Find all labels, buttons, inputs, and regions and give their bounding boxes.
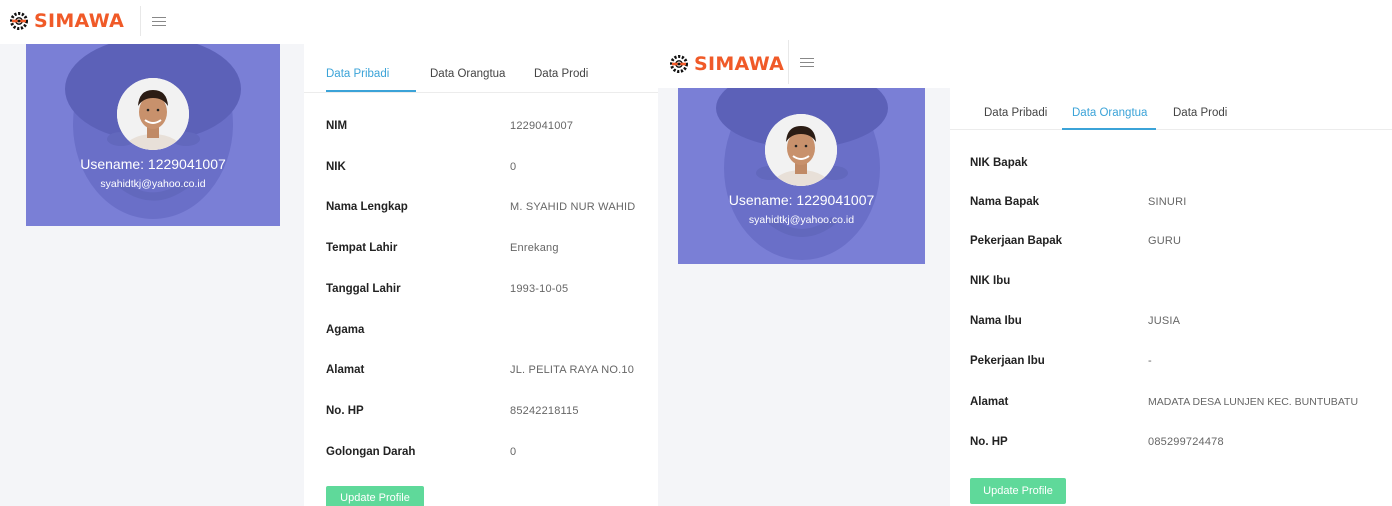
field-value-tanggal-lahir: 1993-10-05 [510,283,569,295]
field-label-tanggal-lahir: Tanggal Lahir [326,283,401,295]
navbar-divider [140,6,141,36]
avatar-photo [765,114,837,186]
field-label-no-hp: No. HP [326,405,364,417]
field-value-pekerjaan-bapak: GURU [1148,235,1182,247]
profile-tabs: Data Pribadi Data Orangtua Data Prodi [304,44,658,93]
avatar-photo [117,78,189,150]
field-value-alamat: MADATA DESA LUNJEN KEC. BUNTUBATU [1148,396,1359,408]
top-navbar: SIMAWA [0,0,658,44]
profile-card: Usename: 1229041007 syahidtkj@yahoo.co.i… [678,88,925,264]
field-value-nama-lengkap: M. SYAHID NUR WAHID [510,201,636,213]
field-label-nik-ibu: NIK Ibu [970,275,1011,287]
tab-data-orangtua[interactable]: Data Orangtua [1072,107,1147,119]
field-label-pekerjaan-bapak: Pekerjaan Bapak [970,235,1063,247]
field-label-nik: NIK [326,161,346,173]
profile-username: Usename: 1229041007 [728,192,875,208]
field-value-pekerjaan-ibu: - [1148,355,1152,367]
field-label-alamat: Alamat [326,364,365,376]
hamburger-menu-icon[interactable] [152,17,166,27]
avatar [765,114,837,186]
field-value-nim: 1229041007 [510,120,574,132]
simawa-logo-icon [10,12,28,30]
field-value-alamat: JL. PELITA RAYA NO.10 [510,364,635,376]
field-value-nama-bapak: SINURI [1148,196,1187,208]
field-value-nik: 0 [510,161,517,173]
profile-email: syahidtkj@yahoo.co.id [748,214,855,226]
field-value-nama-ibu: JUSIA [1148,315,1181,327]
tab-data-orangtua[interactable]: Data Orangtua [430,68,505,80]
profile-details-card: Data Pribadi Data Orangtua Data Prodi NI… [304,44,658,506]
field-label-pekerjaan-ibu: Pekerjaan Ibu [970,355,1045,367]
active-tab-indicator [326,90,416,92]
field-value-no-hp: 85242218115 [510,405,579,417]
right-profile-panel: SIMAWA Usename: 1229041007 syahidtkj@yah… [658,0,1392,506]
tab-data-pribadi[interactable]: Data Pribadi [326,68,389,80]
simawa-logo-icon [670,55,688,73]
tab-data-pribadi[interactable]: Data Pribadi [984,107,1047,119]
field-label-golongan-darah: Golongan Darah [326,446,416,458]
field-label-nik-bapak: NIK Bapak [970,157,1028,169]
field-label-nama-lengkap: Nama Lengkap [326,201,408,213]
field-label-nama-bapak: Nama Bapak [970,196,1040,208]
profile-card: Usename: 1229041007 syahidtkj@yahoo.co.i… [26,44,280,226]
hamburger-menu-icon[interactable] [800,58,814,68]
field-value-tempat-lahir: Enrekang [510,242,559,254]
profile-email: syahidtkj@yahoo.co.id [100,178,206,190]
field-label-nama-ibu: Nama Ibu [970,315,1022,327]
field-label-alamat: Alamat [970,396,1009,408]
profile-tabs: Data Pribadi Data Orangtua Data Prodi [950,88,1392,130]
left-profile-panel: SIMAWA Usename: 1229041007 syahidtkj@yah… [0,0,658,506]
tab-data-prodi[interactable]: Data Prodi [534,68,588,80]
field-label-tempat-lahir: Tempat Lahir [326,242,398,254]
active-tab-indicator [1062,128,1156,130]
brand-logo[interactable]: SIMAWA [6,10,124,32]
brand-name: SIMAWA [694,53,785,75]
field-value-golongan-darah: 0 [510,446,517,458]
brand-logo[interactable]: SIMAWA [666,53,784,75]
profile-details-card: Data Pribadi Data Orangtua Data Prodi NI… [950,88,1392,506]
top-navbar: SIMAWA [658,0,1392,88]
update-profile-button[interactable]: Update Profile [326,486,424,506]
brand-name: SIMAWA [34,10,125,32]
field-label-agama: Agama [326,324,365,336]
tab-data-prodi[interactable]: Data Prodi [1173,107,1227,119]
update-profile-button[interactable]: Update Profile [970,478,1066,504]
field-label-nim: NIM [326,120,348,132]
profile-username: Usename: 1229041007 [80,156,226,172]
field-value-no-hp: 085299724478 [1148,436,1224,448]
avatar [117,78,189,150]
field-label-no-hp: No. HP [970,436,1008,448]
navbar-divider [788,40,789,84]
